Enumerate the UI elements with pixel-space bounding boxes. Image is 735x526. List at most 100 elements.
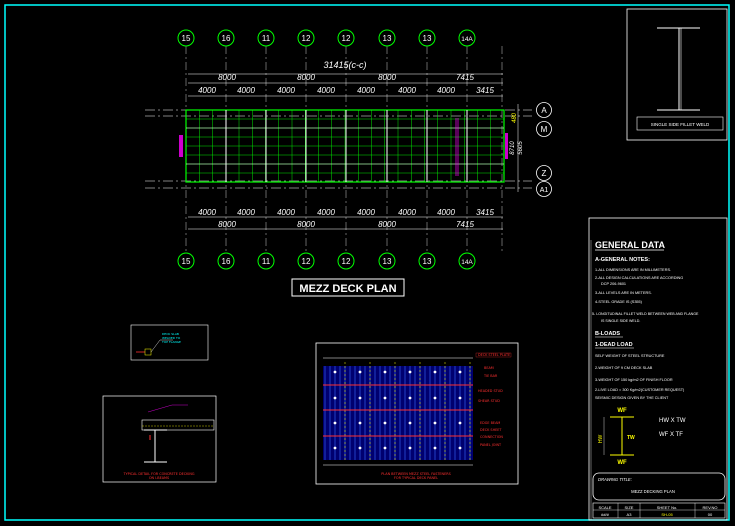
beam-detail-frame <box>626 8 728 141</box>
fastener-point <box>383 396 387 400</box>
dead-load-heading: 1-DEAD LOAD <box>595 342 633 348</box>
grid-bubble-label: 13 <box>383 34 392 43</box>
plan-title: MEZZ DECK PLAN <box>299 283 396 295</box>
grid-bubble-label: 12 <box>342 257 351 266</box>
note-line: IS SINGLE SIDE WELD. <box>601 319 640 323</box>
fastener-plan-detail: DECK STEEL PLATE BEAM TIE BAR HEADED STU… <box>315 342 519 485</box>
fastener-point <box>408 421 412 425</box>
dim-text: 4000 <box>437 208 455 217</box>
top-dims-row2: 4000 4000 4000 4000 4000 4000 4000 3415 <box>198 86 494 95</box>
right-dim-text: 480 <box>512 112 518 123</box>
bottom-dims-row1: 4000 4000 4000 4000 4000 4000 4000 3415 <box>198 208 494 217</box>
note-line: 4-STEEL GRADE IS (S355) <box>595 300 643 304</box>
dim-text: 3415 <box>476 86 494 95</box>
fastener-point <box>333 446 337 450</box>
note-line: SEISMIC DESIGN GIVEN BY THE CLIENT <box>595 396 669 400</box>
grid-bubble-label: 12 <box>302 257 311 266</box>
connection-label: CONNECTION <box>480 435 503 439</box>
fastener-point <box>383 446 387 450</box>
footer-header: REV.NO <box>703 505 718 510</box>
fastener-point <box>333 421 337 425</box>
connection-label: EDGE BEAM <box>480 421 500 425</box>
connection-label: HEADED STUD <box>478 389 503 393</box>
fastener-point <box>458 421 462 425</box>
i-section-sketch: WF HW TW WF HW X TW WF X TF <box>598 408 686 466</box>
edge-marker-note <box>455 118 459 176</box>
grid-bubble-label: 13 <box>423 34 432 43</box>
overall-dim-text: 31415(c-c) <box>323 60 366 70</box>
dim-text: 4000 <box>398 86 416 95</box>
connection-label: PANEL JOINT <box>480 443 502 447</box>
connection-label: DECK SHEET <box>480 428 502 432</box>
right-dim-text: 5605 <box>518 141 524 155</box>
note-line: DCP 206-9601 <box>601 282 626 286</box>
footer-header: SHEET No. <box>657 505 678 510</box>
fastener-point <box>333 370 337 374</box>
slab-section <box>141 419 215 431</box>
note-line: 5- LONGITUDINAL FILLET WELD BETWEEN WEB … <box>592 312 699 316</box>
general-data-panel: GENERAL DATA A-GENERAL NOTES: 1-ALL DIME… <box>588 217 728 521</box>
connection-label: BEAM <box>484 366 494 370</box>
dim-text: 4000 <box>277 86 295 95</box>
fastener-point <box>433 396 437 400</box>
dim-text: 4000 <box>317 86 335 95</box>
note-line: SELF WEIGHT OF STEEL STRUCTURE <box>595 354 665 358</box>
edge-marker-right <box>505 133 508 159</box>
dim-text: 8000 <box>297 73 315 82</box>
beam-caption: SINGLE SIDE FILLET WELD <box>651 122 710 127</box>
footer-header: SCALE <box>598 505 611 510</box>
axis-label: M <box>541 125 548 134</box>
fastener-point <box>408 370 412 374</box>
dim-text: 8000 <box>297 220 315 229</box>
note-line: 1-ALL DIMENSIONS ARE IN MILLIMETERS. <box>595 268 671 272</box>
fastener-point <box>458 396 462 400</box>
fastener-caption: FOR TYPICAL DECK PANEL <box>394 476 438 480</box>
dim-text: 8000 <box>218 73 236 82</box>
grid-bubble-label: 15 <box>182 34 191 43</box>
dim-text: 4000 <box>317 208 335 217</box>
grid-bubble-label: 15 <box>182 257 191 266</box>
axis-label: A1 <box>540 187 549 194</box>
section-label-hw: HW <box>598 435 604 444</box>
section-label-tw: TW <box>627 435 635 441</box>
fastener-point <box>408 446 412 450</box>
grid-bubble-label: 14A <box>461 259 473 266</box>
right-dim-text: 8710 <box>510 141 516 155</box>
fastener-point <box>408 396 412 400</box>
dim-text: 4000 <box>198 208 216 217</box>
fastener-point <box>433 370 437 374</box>
typical-decking-detail: TYPICAL DETAIL FOR CONCRETE DECKING ON I… <box>102 395 217 483</box>
bottom-dims-row2: 8000 8000 8000 7415 <box>218 220 474 229</box>
small-detail-leader <box>150 339 161 353</box>
dim-text: 4000 <box>198 86 216 95</box>
small-detail-symbol <box>144 348 152 356</box>
fastener-point <box>458 446 462 450</box>
leader-line <box>147 404 173 413</box>
grid-bubble-label: 16 <box>222 34 231 43</box>
grid-bubble-label: 12 <box>342 34 351 43</box>
fastener-point <box>433 446 437 450</box>
grid-bubble-label: 14A <box>461 36 473 43</box>
grid-bubbles-bottom: 15 16 11 12 12 13 13 14A <box>177 252 476 270</box>
dim-text: 4000 <box>357 86 375 95</box>
fastener-point <box>333 396 337 400</box>
note-line: 2-WEIGHT OF 9 CM DECK SLAB <box>595 366 653 370</box>
dim-text: 7415 <box>456 220 474 229</box>
grid-bubble-label: 11 <box>262 257 271 266</box>
top-dims-row1: 8000 8000 8000 7415 <box>218 73 474 82</box>
connection-label: TIE BAR <box>483 374 498 378</box>
cad-drawing: 15 16 11 12 12 13 13 14A 15 16 11 12 12 13 13 14A 3141… <box>4 4 730 521</box>
grid-bubble-label: 16 <box>222 257 231 266</box>
fastener-point <box>383 421 387 425</box>
note-line: 2-LIVE LOAD = 300 Kg/m2(CUSTOMER REQUEST… <box>595 388 685 392</box>
note-line: 3-ALL LEVELS ARE IN METERS. <box>595 291 652 295</box>
dim-text: 8000 <box>378 220 396 229</box>
axis-label: A <box>541 106 547 115</box>
beam-weld-detail: SINGLE SIDE FILLET WELD <box>626 8 728 141</box>
connection-label: SHEAR STUD <box>478 399 500 403</box>
grid-bubble-label: 13 <box>423 257 432 266</box>
section-hw-tw: HW X TW <box>659 418 686 424</box>
grid-bubble-label: 12 <box>302 34 311 43</box>
fastener-point <box>358 446 362 450</box>
loads-heading: B-LOADS <box>595 331 620 337</box>
